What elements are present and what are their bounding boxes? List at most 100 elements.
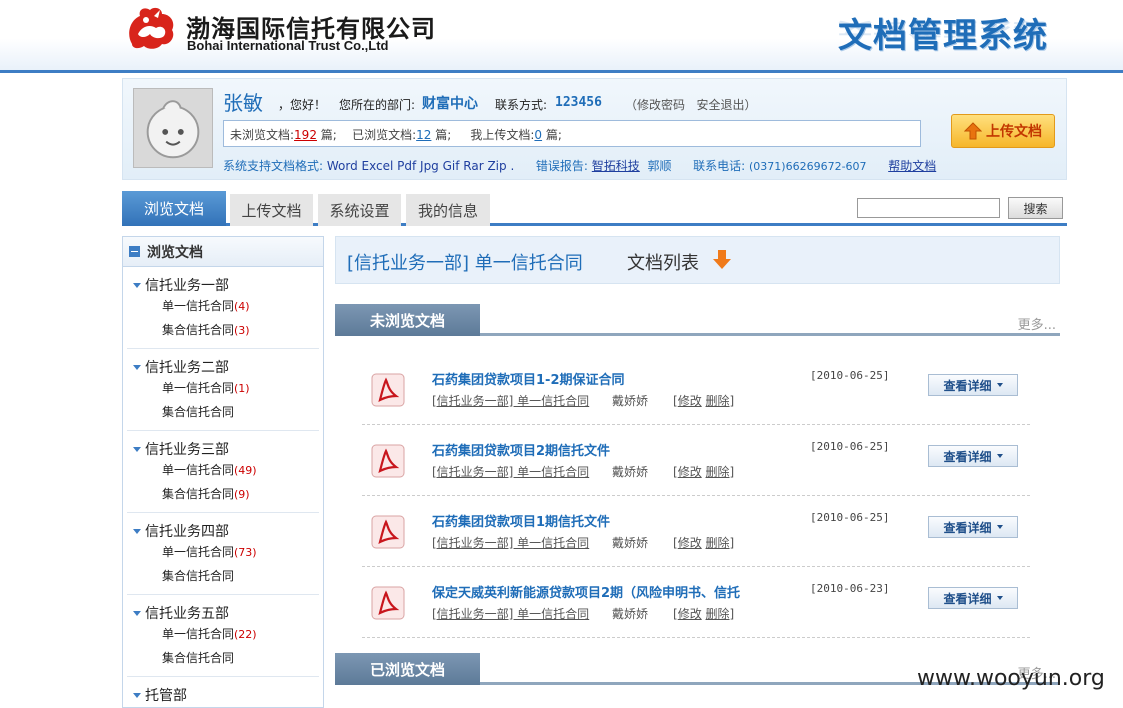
dept-name[interactable]: 信托业务三部 [127, 440, 319, 458]
sidebar-item[interactable]: 单一信托合同(49) [127, 458, 319, 482]
sidebar-item[interactable]: 单一信托合同(73) [127, 540, 319, 564]
sidebar-item[interactable]: 单一信托合同(1) [127, 376, 319, 400]
search-button[interactable]: 搜索 [1008, 197, 1063, 219]
item-count: (9) [234, 488, 250, 501]
help-link[interactable]: 帮助文档 [888, 159, 936, 173]
document-ops: [修改 删除] [673, 394, 735, 408]
tab-browse[interactable]: 浏览文档 [122, 191, 226, 226]
edit-link[interactable]: 修改 [678, 465, 702, 479]
sidebar-header[interactable]: 浏览文档 [123, 237, 323, 267]
expand-triangle-icon [133, 364, 141, 370]
unread-count[interactable]: 192 [294, 128, 317, 142]
sidebar-item[interactable]: 集合信托合同(3) [127, 318, 319, 342]
view-detail-button[interactable]: 查看详细 [928, 445, 1018, 467]
document-category-link[interactable]: [信托业务一部] 单一信托合同 [432, 605, 589, 622]
sidebar-item[interactable]: 单一信托合同(4) [127, 294, 319, 318]
main-tabs: 浏览文档 上传文档 系统设置 我的信息 搜索 [122, 191, 1067, 226]
report-label: 错误报告: [535, 159, 588, 173]
report-link[interactable]: 智拓科技 [592, 159, 640, 173]
sidebar-item[interactable]: 单一信托合同(22) [127, 622, 319, 646]
sidebar-item[interactable]: 集合信托合同 [127, 400, 319, 424]
dept-name[interactable]: 信托业务一部 [127, 276, 319, 294]
formats-label: 系统支持文档格式: [223, 159, 324, 173]
department-label: 您所在的部门: [339, 98, 416, 112]
document-author: 戴娇娇 [612, 607, 649, 621]
document-category-link[interactable]: [信托业务一部] 单一信托合同 [432, 534, 589, 551]
unread-more-link[interactable]: 更多... [1018, 314, 1056, 333]
report-person: 郭顺 [647, 159, 672, 173]
document-category-link[interactable]: [信托业务一部] 单一信托合同 [432, 463, 589, 480]
unread-unit: 篇; [320, 128, 337, 142]
document-title-link[interactable]: 石药集团贷款项目2期信托文件 [432, 440, 788, 459]
item-label: 单一信托合同 [162, 463, 235, 477]
view-detail-button[interactable]: 查看详细 [928, 587, 1018, 609]
document-category-link[interactable]: [信托业务一部] 单一信托合同 [432, 392, 589, 409]
pdf-file-icon [371, 444, 405, 478]
view-detail-button[interactable]: 查看详细 [928, 516, 1018, 538]
dept-name[interactable]: 信托业务二部 [127, 358, 319, 376]
tab-my-info[interactable]: 我的信息 [406, 194, 490, 226]
delete-link[interactable]: 删除 [706, 394, 730, 408]
list-title-bar: [信托业务一部] 单一信托合同 文档列表 [335, 236, 1060, 284]
document-title-link[interactable]: 保定天威英利新能源贷款项目2期（风险申明书、信托 [432, 582, 788, 601]
document-ops: [修改 删除] [673, 536, 735, 550]
delete-link[interactable]: 删除 [706, 607, 730, 621]
dept-label: 信托业务四部 [145, 524, 229, 540]
format-info-line: 系统支持文档格式: Word Excel Pdf Jpg Gif Rar Zip… [223, 157, 936, 174]
tab-settings[interactable]: 系统设置 [318, 194, 401, 226]
unread-label: 未浏览文档: [230, 128, 295, 142]
item-label: 集合信托合同 [162, 405, 235, 419]
dept-name[interactable]: 信托业务四部 [127, 522, 319, 540]
edit-link[interactable]: 修改 [678, 536, 702, 550]
document-row: 石药集团贷款项目2期信托文件 [信托业务一部] 单一信托合同 戴娇娇 [修改 删… [362, 425, 1030, 496]
item-label: 单一信托合同 [162, 627, 235, 641]
dept-label: 信托业务五部 [145, 606, 229, 622]
edit-link[interactable]: 修改 [678, 394, 702, 408]
account-links: （修改密码 安全退出） [625, 98, 757, 112]
sidebar-item[interactable]: 集合信托合同(9) [127, 482, 319, 506]
sidebar-dept-3: 信托业务三部 单一信托合同(49) 集合信托合同(9) [127, 431, 319, 513]
document-ops: [修改 删除] [673, 607, 735, 621]
tab-upload[interactable]: 上传文档 [230, 194, 313, 226]
item-label: 单一信托合同 [162, 299, 235, 313]
document-title-link[interactable]: 石药集团贷款项目1-2期保证合同 [432, 369, 788, 388]
uploaded-count[interactable]: 0 [534, 128, 542, 142]
dept-name[interactable]: 信托业务五部 [127, 604, 319, 622]
sidebar-dept-6: 托管部 [127, 677, 319, 708]
document-author: 戴娇娇 [612, 394, 649, 408]
dept-label: 信托业务三部 [145, 442, 229, 458]
uploaded-unit: 篇; [545, 128, 562, 142]
greeting: ，您好！ [278, 98, 327, 112]
contact-label: 联系方式: [495, 98, 548, 112]
document-date: [2010-06-25] [810, 369, 890, 382]
logout-link[interactable]: 安全退出 [696, 98, 744, 112]
document-author: 戴娇娇 [612, 536, 649, 550]
dept-label: 信托业务一部 [145, 278, 229, 294]
upload-document-button[interactable]: 上传文档 [951, 114, 1055, 148]
phone-value: (0371)66269672-607 [749, 160, 867, 173]
collapse-icon[interactable] [129, 246, 140, 257]
detail-label: 查看详细 [943, 591, 992, 606]
detail-label: 查看详细 [943, 378, 992, 393]
expand-triangle-icon [133, 610, 141, 616]
search-input[interactable] [857, 198, 1000, 218]
sidebar-item[interactable]: 集合信托合同 [127, 564, 319, 588]
item-label: 集合信托合同 [162, 569, 235, 583]
view-detail-button[interactable]: 查看详细 [928, 374, 1018, 396]
document-row: 石药集团贷款项目1-2期保证合同 [信托业务一部] 单一信托合同 戴娇娇 [修改… [362, 354, 1030, 425]
delete-link[interactable]: 删除 [706, 536, 730, 550]
sidebar-item[interactable]: 集合信托合同 [127, 646, 319, 670]
formats-list: Word Excel Pdf Jpg Gif Rar Zip . [326, 159, 515, 173]
dept-name[interactable]: 托管部 [127, 686, 319, 704]
read-count[interactable]: 12 [416, 128, 431, 142]
item-count: (1) [234, 382, 250, 395]
edit-link[interactable]: 修改 [678, 607, 702, 621]
delete-link[interactable]: 删除 [706, 465, 730, 479]
change-password-link[interactable]: 修改密码 [637, 98, 685, 112]
document-title-link[interactable]: 石药集团贷款项目1期信托文件 [432, 511, 788, 530]
item-count: (49) [234, 464, 257, 477]
unread-section-header: 未浏览文档 更多... [335, 304, 1060, 336]
user-panel: 张敏 ，您好！ 您所在的部门: 财富中心 联系方式: 123456 （修改密码 … [122, 78, 1067, 180]
detail-label: 查看详细 [943, 449, 992, 464]
item-count: (3) [234, 324, 250, 337]
